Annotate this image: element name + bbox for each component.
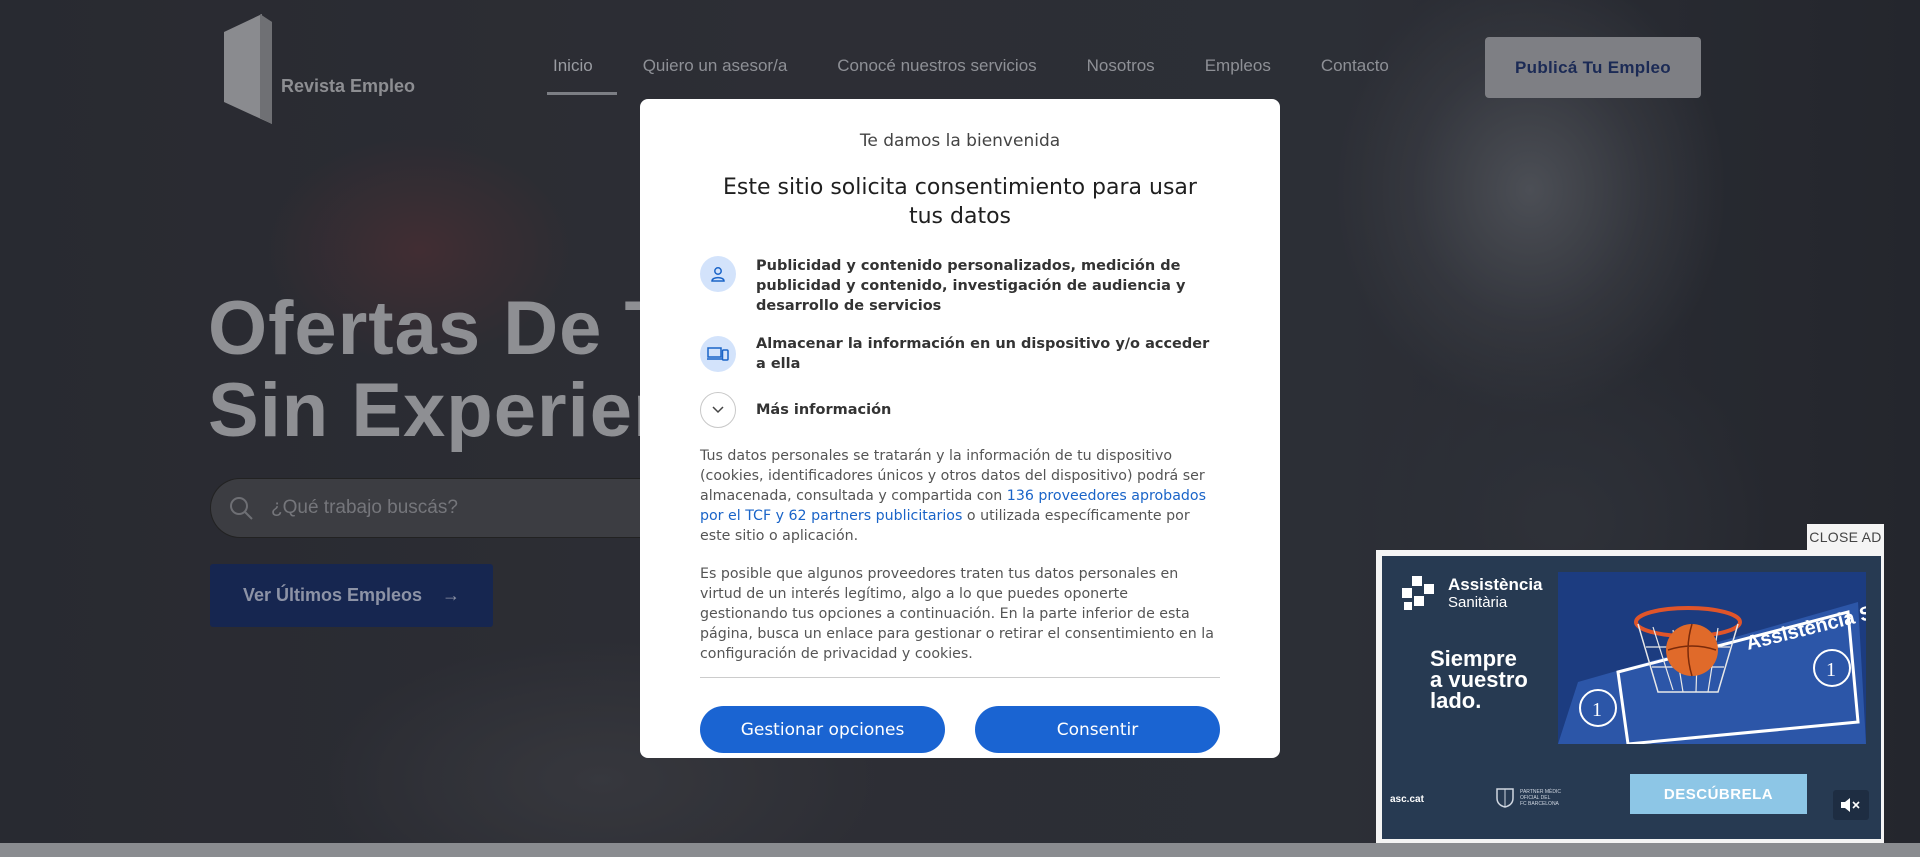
hero-headline: Ofertas De T Sin Experien [208, 288, 648, 452]
ad-slogan: Siempre a vuestro lado. [1430, 646, 1528, 713]
ad-domain: asc.cat [1390, 794, 1424, 805]
ad-partner-badge: PARTNER MÈDIC OFICIAL DEL FC BARCELONA [1496, 788, 1561, 808]
logo-text: Revista Empleo [281, 76, 416, 96]
ad-brand-line-2: Sanitària [1448, 594, 1508, 611]
nav-item-inicio[interactable]: Inicio [547, 56, 617, 95]
nav-item-empleos[interactable]: Empleos [1205, 56, 1271, 76]
close-ad-button[interactable]: CLOSE AD [1807, 524, 1884, 550]
consent-paragraph-1: Tus datos personales se tratarán y la in… [700, 448, 1206, 544]
consent-dialog: Te damos la bienvenida Este sitio solici… [640, 99, 1280, 758]
chevron-down-icon[interactable] [700, 392, 736, 428]
consent-button[interactable]: Consentir [975, 706, 1220, 753]
assistencia-logo-icon [1402, 576, 1434, 610]
manage-options-button[interactable]: Gestionar opciones [700, 706, 945, 753]
nav-item-nosotros[interactable]: Nosotros [1087, 56, 1155, 76]
nav-item-servicios[interactable]: Conocé nuestros servicios [837, 56, 1036, 76]
job-search-input[interactable] [271, 497, 571, 519]
publish-job-button[interactable]: Publicá Tu Empleo [1485, 37, 1701, 98]
nav-item-contacto[interactable]: Contacto [1321, 56, 1389, 76]
more-info-label: Más información [756, 402, 892, 418]
purpose-personalized-ads: Publicidad y contenido personalizados, m… [700, 256, 1220, 316]
page-bottom-strip [0, 843, 1920, 857]
svg-text:1: 1 [1826, 659, 1836, 681]
headline-line-2: Sin Experien [208, 368, 648, 452]
latest-jobs-button[interactable]: Ver Últimos Empleos → [210, 564, 493, 627]
nav-item-asesor[interactable]: Quiero un asesor/a [643, 56, 788, 76]
consent-title: Este sitio solicita consentimiento para … [723, 175, 1197, 229]
purpose-device-storage: Almacenar la información en un dispositi… [700, 334, 1220, 374]
purpose-text: Almacenar la información en un dispositi… [756, 336, 1210, 372]
consent-paragraph-2: Es posible que algunos proveedores trate… [700, 566, 1214, 662]
person-icon [700, 256, 736, 292]
svg-text:1: 1 [1592, 699, 1602, 721]
search-icon [230, 497, 253, 520]
more-info-toggle[interactable]: Más información [700, 392, 1220, 428]
devices-icon [700, 336, 736, 372]
purpose-text: Publicidad y contenido personalizados, m… [756, 258, 1186, 314]
consent-welcome: Te damos la bienvenida [859, 131, 1061, 151]
job-search-box[interactable] [210, 478, 650, 538]
site-logo[interactable] [222, 14, 422, 124]
headline-line-1: Ofertas De T [208, 288, 648, 371]
arrow-right-icon: → [442, 585, 461, 605]
ad-banner[interactable]: Assistència Sanitària Siempre a vuestro … [1382, 556, 1881, 839]
logo-book-icon [224, 14, 272, 124]
main-nav: Inicio Quiero un asesor/a Conocé nuestro… [547, 56, 1439, 95]
divider [700, 677, 1220, 678]
ad-brand-line-1: Assistència [1448, 575, 1543, 594]
consent-buttons: Gestionar opciones Consentir [700, 706, 1220, 753]
latest-jobs-label: Ver Últimos Empleos [242, 585, 423, 605]
ad-basketball-image: Assistència Sanitària 1 1 [1558, 572, 1866, 744]
speaker-muted-icon[interactable] [1833, 790, 1869, 820]
ad-brand: Assistència Sanitària [1398, 574, 1543, 614]
ad-discover-button[interactable]: DESCÚBRELA [1630, 774, 1807, 814]
fcb-crest-icon [1496, 788, 1514, 808]
